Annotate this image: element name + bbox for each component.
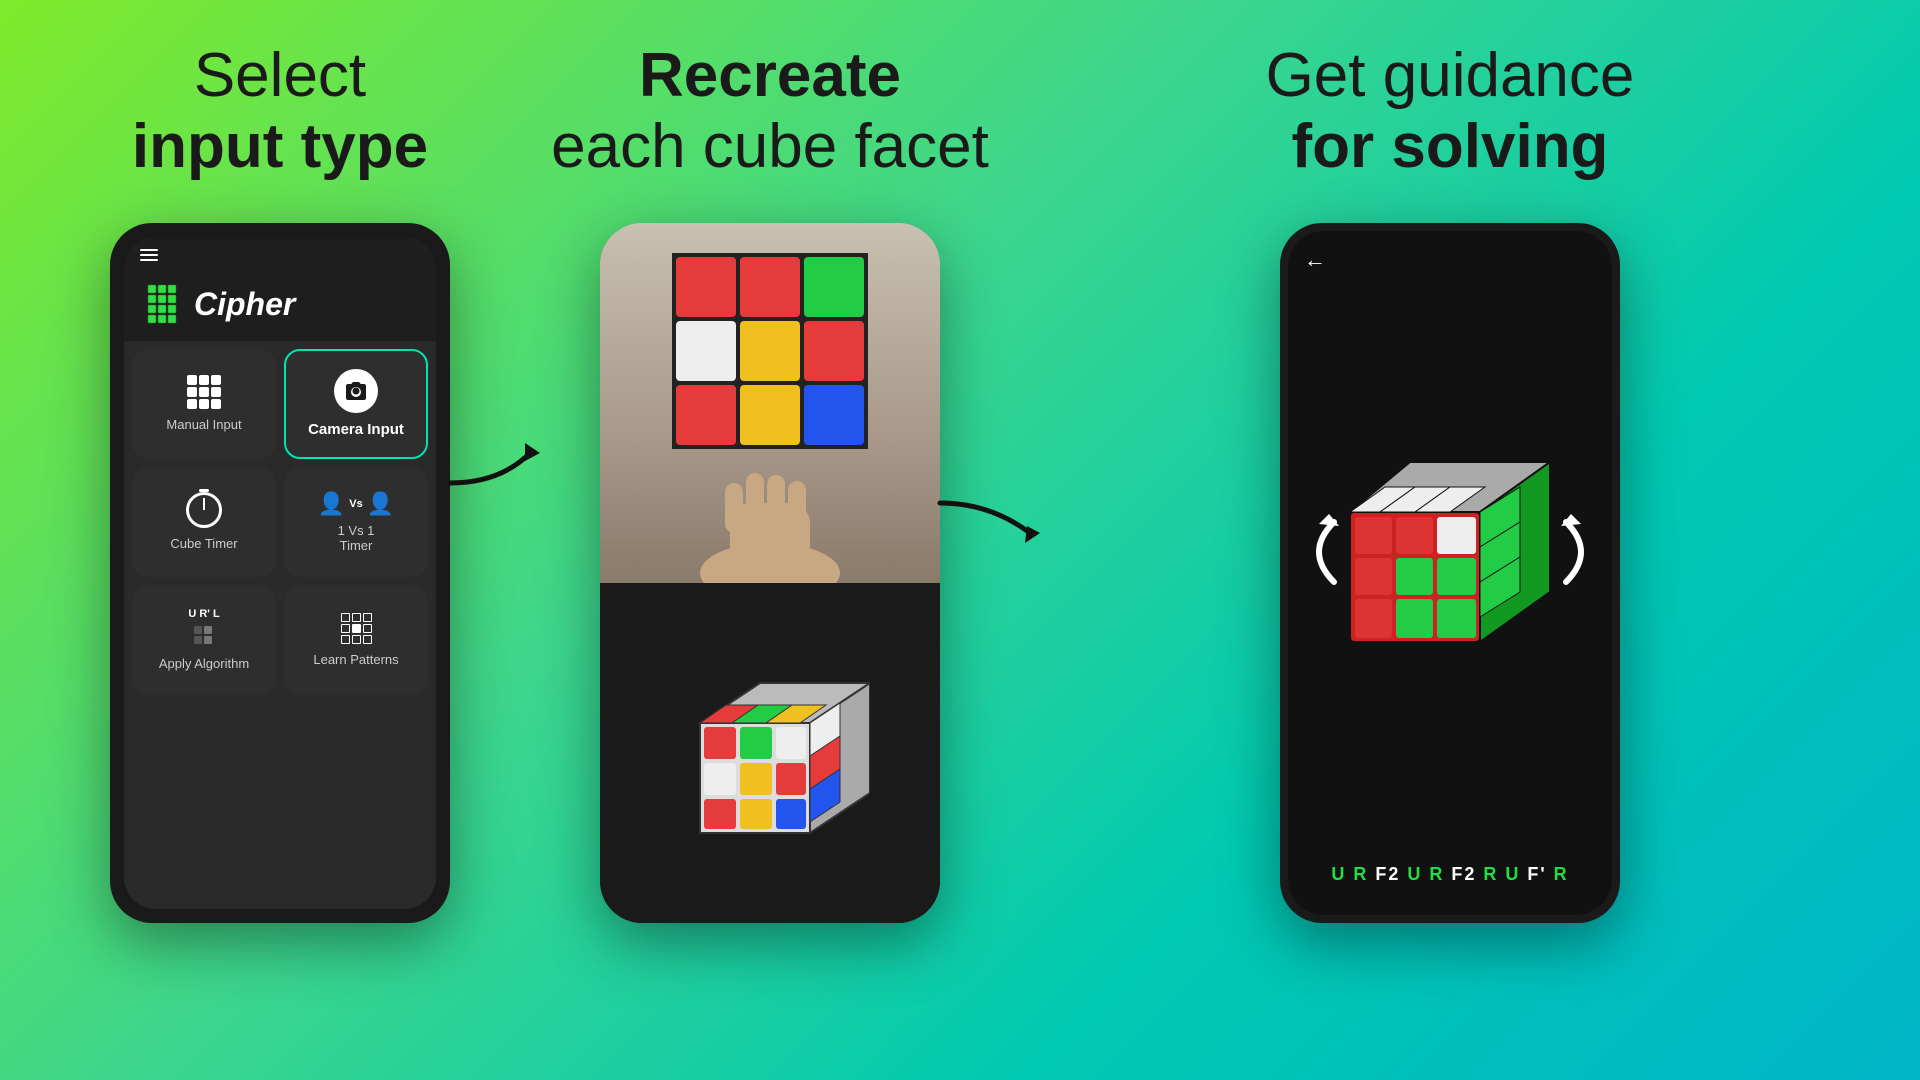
algorithm-sequence: U R F2 U R F2 R U F' R [1304, 854, 1596, 895]
patterns-icon [341, 613, 372, 644]
rotation-arrow-left-icon [1294, 502, 1344, 602]
heading-guidance: Get guidance for solving [1266, 40, 1635, 183]
menu-item-manual[interactable]: Manual Input [132, 349, 276, 459]
phone-left-inner: Cipher Manual Input [124, 237, 436, 909]
cell-8 [804, 385, 864, 445]
grid-icon [187, 375, 221, 409]
phone-right: ← [1280, 223, 1620, 923]
algorithm-green-text-2: U R [1407, 864, 1444, 884]
timer-icon [186, 492, 222, 528]
menu-item-timer-label: Cube Timer [170, 536, 237, 551]
cube-rotation-area [1304, 251, 1596, 854]
main-container: Select input type [0, 0, 1920, 1080]
camera-icon [334, 369, 378, 413]
phone-right-wrap: ← [1280, 213, 1620, 923]
rubik-face-camera [672, 253, 868, 449]
phone-left: Cipher Manual Input [110, 223, 450, 923]
menu-item-vs-label: 1 Vs 1 Timer [338, 523, 375, 553]
vs-icon: 👤 Vs 👤 [318, 491, 394, 517]
cell-4 [740, 321, 800, 381]
menu-item-manual-label: Manual Input [166, 417, 241, 432]
heading-recreate: Recreate each cube facet [551, 40, 989, 183]
menu-item-algorithm[interactable]: U R' L Apply Algorithm [132, 585, 276, 695]
phone-status-bar [124, 237, 436, 273]
heading-select: Select input type [132, 40, 428, 183]
person-right-icon: 👤 [367, 491, 394, 517]
cube-3d-solution-icon [1330, 432, 1570, 672]
algorithm-white-text-3: F' [1520, 864, 1553, 884]
menu-item-patterns-label: Learn Patterns [313, 652, 398, 667]
algo-icon: U R' L [188, 608, 219, 650]
algorithm-green-text-3: R U [1483, 864, 1520, 884]
cube-3d-preview-icon [670, 653, 870, 853]
section-select: Select input type [0, 0, 500, 923]
rotation-arrow-right-icon [1556, 502, 1606, 602]
algorithm-green-text: U R [1331, 864, 1368, 884]
phone-middle [600, 223, 940, 923]
menu-item-camera-label: Camera Input [308, 421, 404, 438]
cell-6 [676, 385, 736, 445]
algorithm-white-text-1: F2 [1368, 864, 1407, 884]
section-guidance: Get guidance for solving ← [1040, 0, 1920, 923]
cell-0 [676, 257, 736, 317]
cube-logo-icon [140, 283, 184, 327]
section-recreate: Recreate each cube facet [500, 0, 1040, 923]
menu-item-patterns[interactable]: Learn Patterns [284, 585, 428, 695]
arrow-middle-to-right [930, 493, 1050, 553]
algorithm-green-text-4: R [1554, 864, 1569, 884]
person-left-icon: 👤 [318, 491, 345, 517]
cell-5 [804, 321, 864, 381]
menu-item-camera[interactable]: Camera Input [284, 349, 428, 459]
phone-cube-preview [600, 583, 940, 923]
cell-2 [804, 257, 864, 317]
phone-camera-view [600, 223, 940, 583]
cell-1 [740, 257, 800, 317]
cell-3 [676, 321, 736, 381]
algorithm-white-text-2: F2 [1444, 864, 1483, 884]
app-menu-grid: Manual Input Camera Input [124, 341, 436, 703]
hand-icon [670, 463, 870, 583]
menu-item-vs[interactable]: 👤 Vs 👤 1 Vs 1 Timer [284, 467, 428, 577]
app-header: Cipher [124, 273, 436, 341]
phone-right-inner: ← [1288, 231, 1612, 915]
app-name-label: Cipher [194, 286, 295, 323]
menu-item-timer[interactable]: Cube Timer [132, 467, 276, 577]
cell-7 [740, 385, 800, 445]
phone-left-wrap: Cipher Manual Input [110, 213, 450, 923]
hamburger-icon[interactable] [140, 249, 158, 261]
phone-middle-wrap [600, 213, 940, 923]
menu-item-algo-label: Apply Algorithm [159, 656, 249, 671]
